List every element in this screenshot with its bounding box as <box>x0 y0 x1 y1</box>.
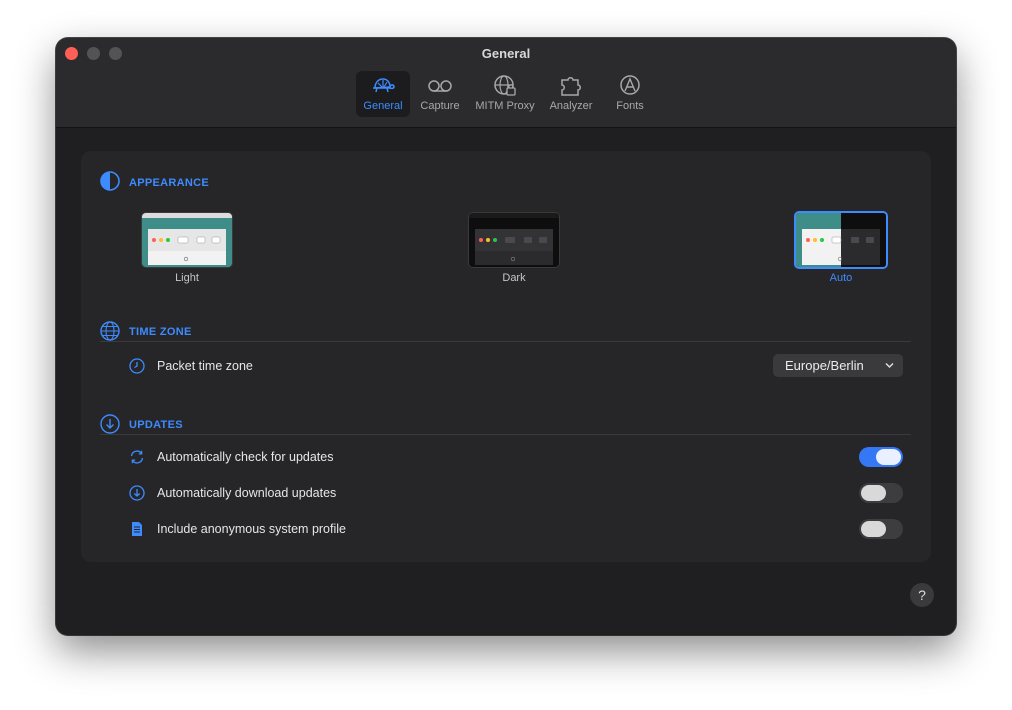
packet-time-zone-label: Packet time zone <box>157 359 253 373</box>
time-zone-section-title: TIME ZONE <box>129 326 192 338</box>
settings-panel: APPEARANCE Light Dark Auto TIME ZONE Pac… <box>81 151 931 562</box>
title-bar: General General Capture MITM Proxy Analy… <box>56 38 956 128</box>
voicemail-icon <box>428 80 452 92</box>
light-theme-preview <box>141 212 233 268</box>
document-icon <box>132 522 142 536</box>
tab-label: Analyzer <box>549 100 593 112</box>
theme-option-dark[interactable]: Dark <box>467 212 561 292</box>
download-icon <box>129 485 145 501</box>
auto-theme-preview <box>794 211 888 269</box>
half-circle-icon <box>100 171 120 191</box>
auto-download-updates-toggle[interactable] <box>859 483 903 503</box>
preferences-window: General General Capture MITM Proxy Analy… <box>56 38 956 635</box>
theme-label: Auto <box>829 272 853 284</box>
tab-analyzer[interactable]: Analyzer <box>547 71 595 117</box>
toggle-knob <box>861 485 886 501</box>
toggle-knob <box>861 521 886 537</box>
refresh-icon <box>130 450 144 464</box>
tab-label: Fonts <box>616 100 644 112</box>
help-button[interactable]: ? <box>910 583 934 607</box>
updates-section-title: UPDATES <box>129 419 183 431</box>
time-zone-value: Europe/Berlin <box>785 358 864 373</box>
appearance-section-title: APPEARANCE <box>129 177 210 189</box>
anonymous-profile-label: Include anonymous system profile <box>157 522 346 536</box>
tab-label: MITM Proxy <box>475 100 535 112</box>
anonymous-profile-toggle[interactable] <box>859 519 903 539</box>
font-globe-icon <box>620 75 640 95</box>
globe-icon <box>100 321 120 341</box>
tab-general[interactable]: General <box>356 71 410 117</box>
toggle-knob <box>876 449 901 465</box>
chevron-down-icon <box>885 362 894 369</box>
auto-check-updates-toggle[interactable] <box>859 447 903 467</box>
tab-mitm-proxy[interactable]: MITM Proxy <box>471 71 539 117</box>
auto-check-updates-label: Automatically check for updates <box>157 450 334 464</box>
tab-capture[interactable]: Capture <box>417 71 463 117</box>
tab-label: General <box>363 100 403 112</box>
section-divider <box>100 341 911 342</box>
download-circle-icon <box>100 414 120 434</box>
time-zone-select[interactable]: Europe/Berlin <box>773 354 903 377</box>
tab-fonts[interactable]: Fonts <box>612 71 648 117</box>
theme-label: Dark <box>502 272 526 284</box>
theme-label: Light <box>175 272 199 284</box>
window-title: General <box>481 46 531 61</box>
theme-option-auto[interactable]: Auto <box>794 211 888 292</box>
clock-icon <box>129 358 145 374</box>
dark-theme-preview <box>468 212 560 268</box>
globe-lock-icon <box>494 75 516 96</box>
auto-download-updates-label: Automatically download updates <box>157 486 337 500</box>
theme-option-light[interactable]: Light <box>140 212 234 292</box>
section-divider <box>100 434 911 435</box>
tab-label: Capture <box>420 100 460 112</box>
turtle-icon <box>373 78 395 93</box>
puzzle-icon <box>561 77 581 96</box>
